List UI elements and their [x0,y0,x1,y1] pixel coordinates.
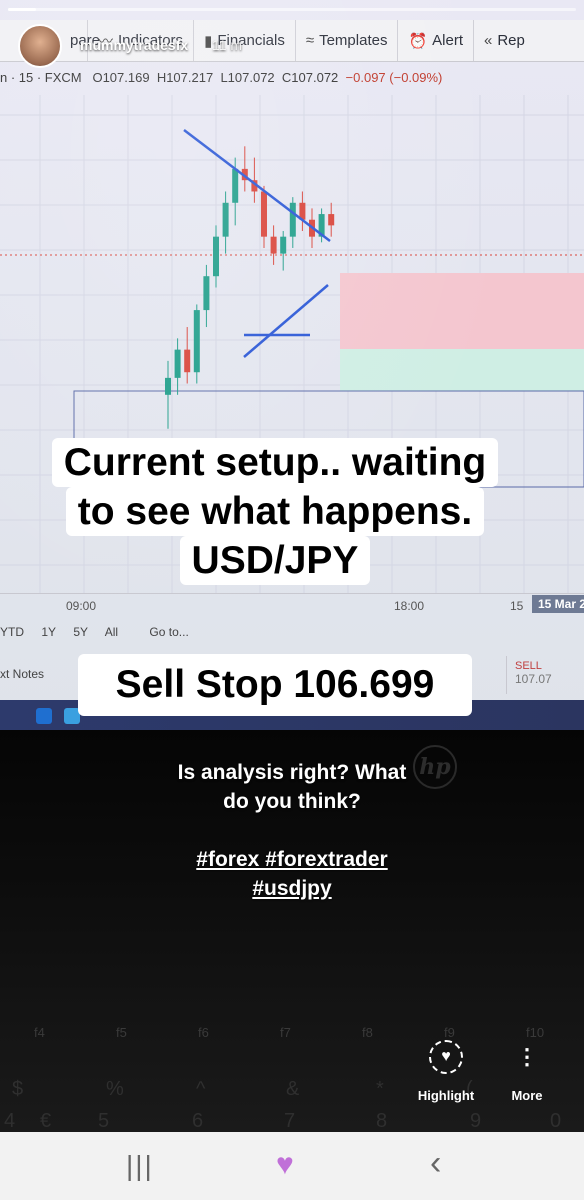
candle-body [328,214,335,226]
story-text: Is analysis right? What do you think? #f… [80,758,504,903]
candle-body [289,202,296,237]
key-f8: f8 [362,1025,373,1040]
toolbar-replay: «Rep [474,20,535,61]
candle-body [193,310,200,373]
lower-trendline [243,284,329,358]
recent-apps-icon[interactable]: ||| [126,1150,154,1182]
upper-trendline [183,129,331,242]
candle-body [213,236,219,277]
story-caption: Current setup.. waiting to see what happ… [28,438,522,585]
more-icon: ⋮ [516,1044,538,1069]
story-time: 11 m [212,37,243,53]
key-f6: f6 [198,1025,209,1040]
legend-close: C107.072 [281,70,339,85]
replay-icon: « [484,32,493,49]
home-heart-icon[interactable]: ♥ [276,1148,294,1182]
key-dollar: $ [12,1078,24,1100]
key-f10: f10 [526,1025,545,1040]
key-ampersand: & [286,1078,300,1100]
candle-body [165,377,171,395]
outlook-icon [36,708,52,724]
legend-symbol: n · 15 · FXCM [0,70,82,85]
date-badge: 15 Mar 20 [532,595,584,613]
key-f5: f5 [116,1025,127,1040]
ohlc-legend: n · 15 · FXCM O107.169 H107.217 L107.072… [0,70,442,85]
legend-change: −0.097 (−0.09%) [345,70,443,85]
story-progress-bar [8,8,576,11]
back-icon[interactable]: ‹ [430,1144,441,1183]
alert-icon: ⏰ [408,32,428,50]
story-progress-fill [8,8,37,11]
candle-body [174,349,181,378]
more-button[interactable]: ⋮ More [502,1040,552,1103]
time-axis: 09:00 18:00 15 [0,593,584,617]
highlight-button[interactable]: ♥ Highlight [414,1040,478,1103]
caption-line: Current setup.. waiting [51,438,499,487]
sell-label: SELL [515,660,542,672]
templates-icon: ≈ [305,32,315,49]
caption-line: to see what happens. [65,487,485,536]
story-question: Is analysis right? What [177,761,407,784]
range-bar: YTD 1Y 5Y All Go to... [0,625,203,639]
legend-open: O107.169 [92,70,150,85]
candle-body [232,168,239,203]
hashtag-usdjpy[interactable]: #usdjpy [80,874,504,903]
key-7: 7 [284,1110,296,1132]
range-ytd: YTD [0,625,24,639]
candle-body [222,202,229,237]
username[interactable]: mummytradesfx [80,37,188,53]
time-label: 18:00 [394,599,425,613]
toolbar-templates: ≈ Templates [296,20,399,61]
buy-zone [340,349,584,391]
key-f7: f7 [280,1025,291,1040]
key-percent: % [106,1078,124,1100]
key-asterisk: * [376,1078,384,1100]
go-to: Go to... [149,625,189,639]
range-5y: 5Y [73,625,89,639]
android-navbar: ||| ♥ ‹ [0,1132,584,1200]
candle-body [280,236,287,254]
heart-icon: ♥ [429,1040,463,1074]
avatar[interactable] [18,24,62,68]
monitor-screen: pare 〰 Indicators ▮ Financials ≈ Templates … [0,0,584,730]
range-1y: 1Y [41,625,57,639]
candle-body [184,349,191,373]
sell-price: 107.07 [515,672,552,686]
toolbar-templates-label: Templates [319,32,388,49]
candles [165,146,335,429]
order-caption: Sell Stop 106.699 [78,654,472,716]
more-label: More [511,1088,543,1103]
candle-body [270,236,277,254]
toolbar-alert: ⏰ Alert [398,20,474,61]
key-caret: ^ [196,1078,206,1100]
time-label: 15 [510,599,524,613]
caption-line: USD/JPY [179,536,371,585]
function-key-row: f4 f5 f6 f7 f8 f9 f10 [0,1025,584,1065]
story-question: do you think? [223,790,361,813]
legend-high: H107.217 [156,70,214,85]
sell-zone [340,273,584,349]
toolbar-replay-label: Rep [497,32,525,49]
hashtags[interactable]: #forex #forextrader [80,845,504,874]
candle-body [261,191,267,237]
key-4: 4 [4,1110,16,1132]
digit-key-row: 4 € 5 6 7 8 9 0 [0,1110,584,1132]
toolbar-financials: ▮ Financials [194,20,296,61]
key-5: 5 [98,1110,110,1132]
sell-box: SELL 107.07 [506,656,584,694]
key-6: 6 [192,1110,204,1132]
key-8: 8 [376,1110,388,1132]
notes-tab: xt Notes [0,667,45,681]
range-all: All [104,625,119,639]
highlight-label: Highlight [417,1088,475,1103]
key-f4: f4 [34,1025,45,1040]
key-euro: € [40,1110,52,1132]
key-f9: f9 [444,1025,455,1040]
candle-body [203,276,210,311]
legend-low: L107.072 [220,70,275,85]
key-0: 0 [550,1110,562,1132]
time-label: 09:00 [66,599,97,613]
key-9: 9 [470,1110,482,1132]
toolbar-alert-label: Alert [432,32,463,49]
